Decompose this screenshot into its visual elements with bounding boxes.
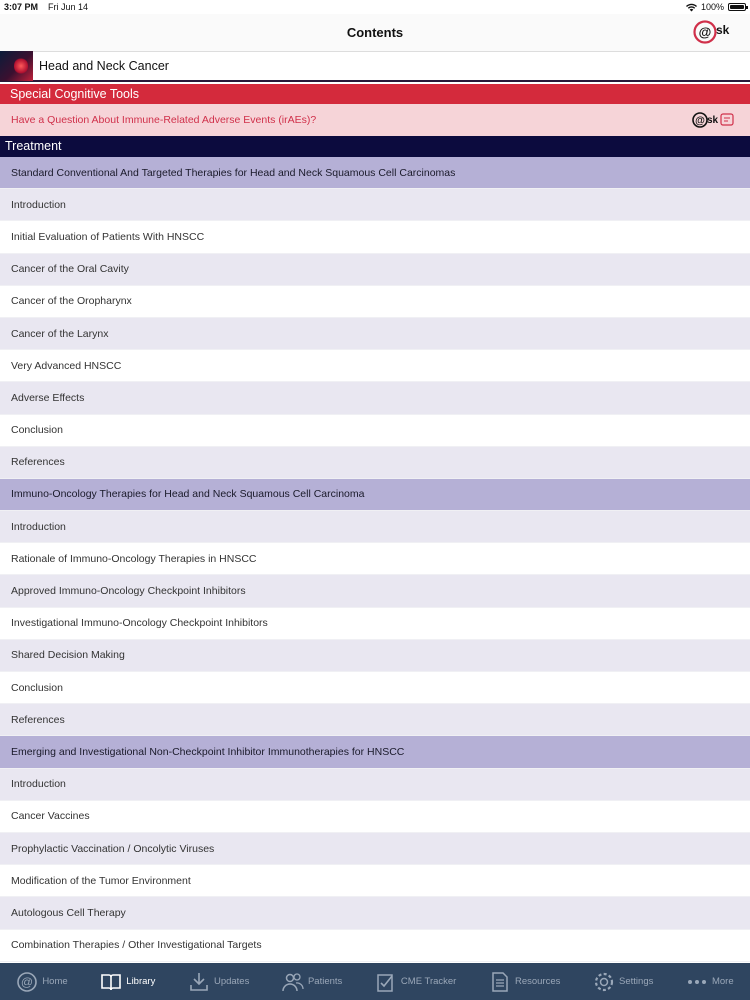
toc-item[interactable]: Introduction [0, 189, 750, 222]
toc-item-label: Cancer of the Oral Cavity [11, 263, 129, 276]
toc-item-label: Standard Conventional And Targeted Thera… [11, 166, 456, 179]
toc-item-label: Introduction [11, 198, 66, 211]
toc-item-label: Prophylactic Vaccination / Oncolytic Vir… [11, 842, 215, 855]
toc-item[interactable]: Initial Evaluation of Patients With HNSC… [0, 221, 750, 254]
toc-item[interactable]: Adverse Effects [0, 382, 750, 415]
book-icon [101, 973, 122, 990]
toc-item-label: Conclusion [11, 424, 63, 437]
patients-icon [282, 972, 304, 991]
toc-item[interactable]: Autologous Cell Therapy [0, 897, 750, 930]
battery-percent: 100% [700, 2, 724, 12]
status-time: 3:07 PM [4, 2, 39, 12]
tab-library[interactable]: Library [100, 971, 155, 993]
document-icon [492, 971, 508, 992]
toc-item-label: Combination Therapies / Other Investigat… [11, 939, 262, 952]
svg-text:sk: sk [707, 115, 719, 126]
toc-item-label: Introduction [11, 520, 66, 533]
toc-item-label: References [11, 456, 65, 469]
toc-item[interactable]: Introduction [0, 768, 750, 801]
tab-resources[interactable]: Resources [489, 971, 560, 993]
svg-text:@: @ [695, 116, 705, 127]
toc-item-label: Adverse Effects [11, 391, 85, 404]
toc-item-label: Approved Immuno-Oncology Checkpoint Inhi… [11, 585, 246, 598]
toc-item[interactable]: Conclusion [0, 414, 750, 447]
tab-label: Library [126, 976, 156, 987]
toc-item[interactable]: References [0, 704, 750, 737]
svg-text:sk: sk [716, 23, 730, 37]
more-icon [687, 979, 706, 984]
status-date: Fri Jun 14 [48, 2, 89, 12]
irae-question-row[interactable]: Have a Question About Immune-Related Adv… [0, 104, 750, 136]
toc-item-label: Cancer of the Oropharynx [11, 295, 132, 308]
toc-item[interactable]: Shared Decision Making [0, 639, 750, 672]
tab-patients[interactable]: Patients [282, 971, 342, 993]
irae-question-text: Have a Question About Immune-Related Adv… [11, 114, 317, 126]
tab-updates[interactable]: Updates [188, 971, 249, 993]
toc-item-label: Autologous Cell Therapy [11, 906, 126, 919]
contents-list: Standard Conventional And Targeted Thera… [0, 157, 750, 962]
toc-item[interactable]: Cancer of the Larynx [0, 317, 750, 351]
tab-label: More [711, 976, 734, 987]
cme-tracker-icon [377, 973, 393, 992]
toc-item[interactable]: Cancer of the Oral Cavity [0, 253, 750, 286]
toc-item[interactable]: Very Advanced HNSCC [0, 350, 750, 383]
toc-item[interactable]: Approved Immuno-Oncology Checkpoint Inhi… [0, 575, 750, 608]
tab-label: Home [42, 976, 68, 987]
toc-item[interactable]: Introduction [0, 511, 750, 544]
book-cover-thumbnail [0, 51, 33, 81]
tab-label: Patients [307, 976, 343, 987]
navigation-bar: Contents @ sk [0, 14, 750, 52]
toc-item-label: Immuno-Oncology Therapies for Head and N… [11, 488, 365, 501]
gear-icon [594, 972, 614, 991]
toc-item-label: Initial Evaluation of Patients With HNSC… [11, 230, 205, 243]
toc-item[interactable]: References [0, 446, 750, 479]
toc-item-label: References [11, 713, 65, 726]
svg-text:@: @ [21, 975, 33, 989]
tab-settings[interactable]: Settings [593, 971, 653, 993]
tab-label: CME Tracker [400, 976, 457, 987]
toc-item[interactable]: Modification of the Tumor Environment [0, 865, 750, 898]
at-home-icon: @ [17, 971, 38, 992]
toc-item-label: Introduction [11, 778, 66, 791]
toc-item-label: Very Advanced HNSCC [11, 359, 122, 372]
toc-section-header[interactable]: Immuno-Oncology Therapies for Head and N… [0, 478, 750, 512]
tab-bar: @ Home Library Updates Patients CME Tracker Re… [0, 963, 750, 1000]
tab-label: Settings [619, 976, 654, 987]
toc-item[interactable]: Conclusion [0, 672, 750, 705]
toc-item[interactable]: Rationale of Immuno-Oncology Therapies i… [0, 543, 750, 576]
toc-item-label: Shared Decision Making [11, 649, 125, 662]
tab-label: Updates [213, 976, 250, 987]
toc-item-label: Modification of the Tumor Environment [11, 874, 191, 887]
ask-logo-button[interactable]: @ sk [692, 18, 736, 46]
book-title: Head and Neck Cancer [39, 59, 169, 73]
toc-item[interactable]: Combination Therapies / Other Investigat… [0, 929, 750, 962]
toc-section-header[interactable]: Standard Conventional And Targeted Thera… [0, 157, 750, 190]
toc-item[interactable]: Investigational Immuno-Oncology Checkpoi… [0, 607, 750, 640]
toc-item[interactable]: Cancer Vaccines [0, 800, 750, 833]
page-title: Contents [346, 25, 404, 40]
toc-item[interactable]: Prophylactic Vaccination / Oncolytic Vir… [0, 832, 750, 866]
toc-item-label: Cancer of the Larynx [11, 327, 109, 340]
tab-cme-tracker[interactable]: CME Tracker [375, 971, 456, 993]
tab-home[interactable]: @ Home [16, 971, 68, 993]
tab-label: Resources [514, 976, 561, 987]
svg-text:@: @ [699, 25, 712, 40]
toc-section-header[interactable]: Emerging and Investigational Non-Checkpo… [0, 736, 750, 769]
toc-item[interactable]: Cancer of the Oropharynx [0, 285, 750, 318]
toc-item-label: Cancer Vaccines [11, 810, 90, 823]
toc-item-label: Conclusion [11, 681, 63, 694]
toc-item-label: Rationale of Immuno-Oncology Therapies i… [11, 552, 257, 565]
wifi-icon [685, 3, 697, 11]
toc-item-label: Emerging and Investigational Non-Checkpo… [11, 745, 405, 758]
download-icon [190, 972, 208, 991]
battery-icon [728, 3, 748, 11]
tab-more[interactable]: More [686, 971, 734, 993]
toc-item-label: Investigational Immuno-Oncology Checkpoi… [11, 617, 268, 630]
book-header[interactable]: Head and Neck Cancer [0, 51, 750, 82]
treatment-header: Treatment [0, 136, 750, 157]
status-bar: 3:07 PM Fri Jun 14 100% [0, 0, 750, 14]
ask-ai-icon: @ sk [692, 112, 734, 128]
special-tools-header: Special Cognitive Tools [0, 84, 750, 104]
